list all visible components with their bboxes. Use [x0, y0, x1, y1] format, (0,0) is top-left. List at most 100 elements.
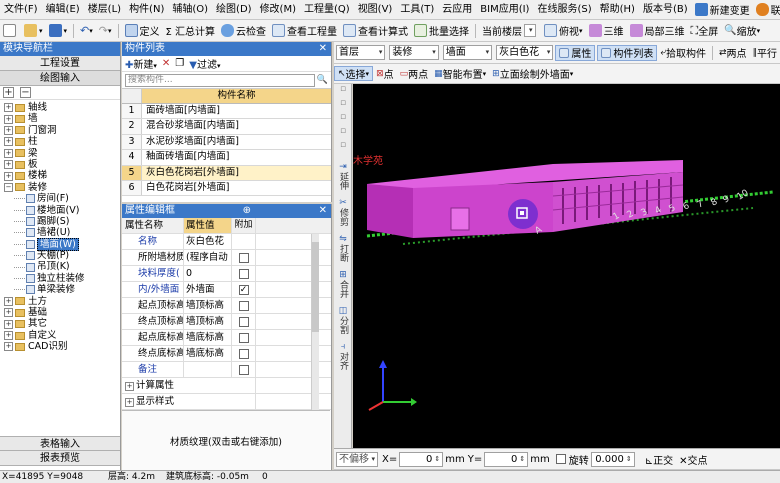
menu-item[interactable]: 构件(N): [125, 0, 168, 20]
tree-item[interactable]: + 土方: [0, 296, 120, 307]
property-value-cell[interactable]: 墙顶标高: [184, 298, 232, 313]
expand-toggle-icon[interactable]: +: [4, 331, 13, 340]
property-value-cell[interactable]: 墙顶标高: [184, 314, 232, 329]
scrollbar-thumb[interactable]: [312, 242, 319, 332]
attach-checkbox[interactable]: ✓: [238, 284, 249, 295]
open-file-button[interactable]: ▾: [21, 20, 46, 41]
expand-toggle-icon[interactable]: +: [4, 137, 13, 147]
define-button[interactable]: 定义: [122, 20, 163, 41]
top-view-button[interactable]: 俯视 ▾: [541, 20, 586, 41]
menu-item[interactable]: 楼层(L): [84, 0, 125, 20]
collapse-all-icon[interactable]: −: [20, 87, 31, 98]
component-list-button[interactable]: 构件列表: [597, 44, 658, 61]
tree-item[interactable]: + CAD识别: [0, 341, 120, 352]
delete-icon[interactable]: ✕: [162, 58, 170, 69]
tree-item[interactable]: 踢脚(S): [0, 216, 120, 227]
property-value-cell[interactable]: 墙底标高: [184, 330, 232, 345]
tree-item[interactable]: − 装修: [0, 182, 120, 193]
tree-item[interactable]: + 楼梯: [0, 170, 120, 181]
point-button[interactable]: ⊠ 点: [373, 64, 397, 83]
attach-checkbox[interactable]: [238, 316, 249, 327]
property-value-cell[interactable]: 灰白色花: [184, 234, 232, 249]
contact-service-button[interactable]: 联系客服: [753, 2, 780, 17]
copy-icon[interactable]: ❐: [175, 58, 184, 69]
tree-item[interactable]: + 其它: [0, 318, 120, 329]
new-file-button[interactable]: [0, 20, 21, 41]
tab-table-input[interactable]: 表格输入: [0, 436, 120, 451]
disabled-tool-icon[interactable]: ▫: [334, 98, 352, 112]
pin-icon[interactable]: ⊕: [243, 204, 251, 218]
properties-button[interactable]: 属性: [555, 44, 596, 61]
tree-item[interactable]: 天棚(P): [0, 250, 120, 261]
tree-item[interactable]: + 墙: [0, 113, 120, 124]
menu-item[interactable]: 帮助(H): [596, 0, 639, 20]
property-row[interactable]: 块料厚度(0: [122, 266, 331, 282]
close-icon[interactable]: ✕: [319, 204, 327, 218]
table-row[interactable]: 5 灰白色花岗岩[外墙面]: [122, 165, 331, 181]
disabled-tool-icon[interactable]: ▫: [334, 84, 352, 98]
property-row[interactable]: 备注: [122, 362, 331, 378]
disabled-tool-icon[interactable]: ▫: [334, 112, 352, 126]
tree-item[interactable]: 楼地面(V): [0, 205, 120, 216]
expand-toggle-icon[interactable]: +: [4, 125, 13, 135]
search-input[interactable]: 搜索构件...: [125, 73, 315, 87]
tab-draw-input[interactable]: 绘图输入: [0, 71, 120, 86]
filter-button[interactable]: ▼过滤▾: [189, 56, 220, 71]
table-row[interactable]: 3 水泥砂浆墙面[内墙面]: [122, 134, 331, 151]
property-row[interactable]: 终点底标高 墙底标高: [122, 346, 331, 362]
offset-mode-select[interactable]: 不偏移 ▾: [336, 451, 378, 467]
property-row[interactable]: 起点底标高 墙底标高: [122, 330, 331, 346]
table-row[interactable]: 6 白色花岗岩[外墙面]: [122, 180, 331, 197]
attach-checkbox[interactable]: [238, 268, 249, 279]
attach-checkbox[interactable]: [238, 332, 249, 343]
texture-area[interactable]: 材质纹理(双击或右键添加): [122, 410, 330, 470]
table-row[interactable]: 2 混合砂浆墙面[内墙面]: [122, 119, 331, 135]
fullscreen-button[interactable]: ⛶ 全屏: [688, 20, 722, 41]
attach-checkbox[interactable]: [238, 364, 249, 375]
new-change-button[interactable]: 新建变更: [692, 2, 753, 17]
current-floor-dropdown[interactable]: ▾: [524, 24, 536, 37]
property-value-cell[interactable]: (程序自动: [184, 250, 232, 265]
tree-item[interactable]: + 柱: [0, 136, 120, 147]
component-type-select[interactable]: 墙面 ▾: [442, 45, 493, 60]
three-d-button[interactable]: 三维: [586, 20, 627, 41]
view-formula-button[interactable]: 查看计算式: [340, 20, 411, 41]
tree-item[interactable]: + 自定义: [0, 330, 120, 341]
property-scrollbar[interactable]: [311, 234, 319, 434]
property-value-cell[interactable]: 0: [184, 266, 232, 281]
menu-item[interactable]: 视图(V): [354, 0, 397, 20]
disabled-tool-icon[interactable]: ▫: [334, 140, 352, 154]
component-select[interactable]: 灰白色花 ▾: [496, 45, 554, 60]
property-row[interactable]: 名称 灰白色花: [122, 234, 331, 250]
tree-item[interactable]: + 门窗洞: [0, 125, 120, 136]
batch-select-button[interactable]: 批量选择: [411, 20, 472, 41]
tool-button[interactable]: ◫ 分割: [334, 306, 352, 334]
tab-project-settings[interactable]: 工程设置: [0, 56, 120, 71]
tool-button[interactable]: ⇥ 延伸: [334, 162, 352, 190]
redo-button[interactable]: ↷ ▾: [96, 20, 115, 41]
menu-item[interactable]: 修改(M): [256, 0, 300, 20]
tree-item[interactable]: + 梁: [0, 148, 120, 159]
group-display-style[interactable]: + 显示样式: [122, 394, 331, 410]
floor-select[interactable]: 首层 ▾: [336, 45, 386, 60]
expand-toggle-icon[interactable]: +: [4, 308, 13, 318]
disabled-tool-icon[interactable]: ▫: [334, 126, 352, 140]
view-quantity-button[interactable]: 查看工程量: [269, 20, 340, 41]
3d-viewport[interactable]: 12345678910A 土木学苑: [353, 84, 780, 448]
menu-item[interactable]: 工程量(Q): [300, 0, 354, 20]
undo-button[interactable]: ↶ ▾: [77, 20, 96, 41]
property-row[interactable]: 所附墙材质 (程序自动: [122, 250, 331, 266]
tree-item[interactable]: 独立柱装修: [0, 273, 120, 284]
expand-toggle-icon[interactable]: +: [4, 296, 13, 306]
menu-item[interactable]: 工具(T): [396, 0, 438, 20]
expand-toggle-icon[interactable]: +: [4, 160, 13, 170]
intersection-toggle[interactable]: ✕交点: [679, 452, 707, 467]
two-points-button-top[interactable]: ⇄ 两点: [716, 42, 750, 63]
expand-toggle-icon[interactable]: +: [4, 171, 13, 181]
save-button[interactable]: ▾: [46, 20, 71, 41]
property-value-cell[interactable]: 外墙面: [184, 282, 232, 297]
tree-item[interactable]: 单梁装修: [0, 284, 120, 295]
tool-button[interactable]: ✂ 修剪: [334, 198, 352, 226]
property-row[interactable]: 内/外墙面 外墙面 ✓: [122, 282, 331, 298]
rotate-checkbox[interactable]: [555, 454, 566, 464]
